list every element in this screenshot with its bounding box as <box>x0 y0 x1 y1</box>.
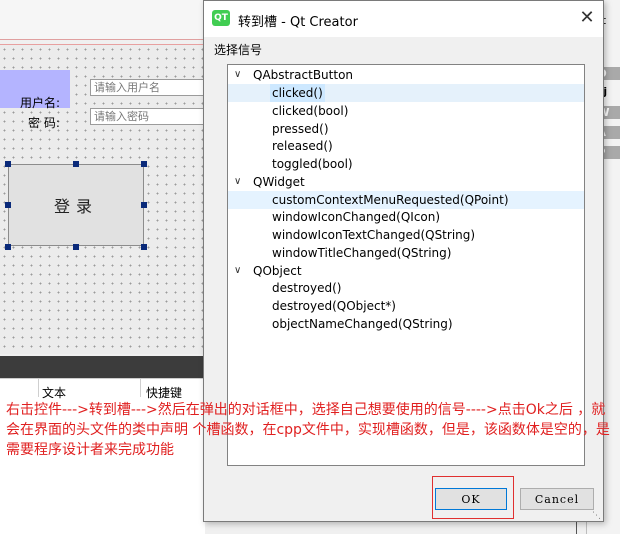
chevron-down-icon[interactable]: ∨ <box>234 66 241 84</box>
tree-item-label: windowTitleChanged(QString) <box>272 246 452 260</box>
tree-item-label: toggled(bool) <box>272 157 353 171</box>
tree-item[interactable]: destroyed() <box>228 279 584 297</box>
tree-item-label: clicked(bool) <box>272 104 349 118</box>
tree-group-label: QWidget <box>253 175 305 189</box>
resize-handle[interactable] <box>141 161 147 167</box>
password-label: 密 码: <box>28 116 60 130</box>
tree-item[interactable]: windowTitleChanged(QString) <box>228 244 584 262</box>
password-input[interactable]: 请输入密码 <box>90 108 206 125</box>
resize-handle[interactable] <box>73 244 79 250</box>
username-input[interactable]: 请输入用户名 <box>90 79 206 96</box>
chevron-down-icon[interactable]: ∨ <box>234 262 241 280</box>
action-editor-header-bar <box>0 356 205 378</box>
resize-handle[interactable] <box>141 202 147 208</box>
resize-handle[interactable] <box>5 202 11 208</box>
tree-item-hovered[interactable]: customContextMenuRequested(QPoint) <box>228 191 584 209</box>
close-icon[interactable]: ✕ <box>576 7 598 29</box>
tree-item-selected[interactable]: clicked() <box>228 84 584 102</box>
ok-button[interactable]: OK <box>435 488 507 510</box>
qt-creator-icon: QT <box>212 10 230 26</box>
dialog-title-bar[interactable]: QT 转到槽 - Qt Creator ✕ <box>204 1 603 37</box>
tree-item-label: destroyed() <box>272 281 342 295</box>
tree-item[interactable]: pressed() <box>228 120 584 138</box>
tree-item[interactable]: windowIconChanged(QIcon) <box>228 208 584 226</box>
tree-group-label: QObject <box>253 264 302 278</box>
cancel-button[interactable]: Cancel <box>520 488 594 510</box>
tree-group-label: QAbstractButton <box>253 68 354 82</box>
tree-item[interactable]: toggled(bool) <box>228 155 584 173</box>
column-separator <box>38 379 39 397</box>
tree-item-label: pressed() <box>272 122 329 136</box>
signal-select-label: 选择信号 <box>214 43 263 57</box>
tree-item-label: clicked() <box>270 84 325 102</box>
tree-group[interactable]: ∨ QWidget <box>228 173 584 191</box>
tree-item-label: customContextMenuRequested(QPoint) <box>272 193 509 207</box>
tree-item-label: released() <box>272 139 333 153</box>
column-header-shortcut[interactable]: 快捷键 <box>146 384 182 401</box>
column-header-text[interactable]: 文本 <box>42 384 66 401</box>
chevron-down-icon[interactable]: ∨ <box>234 173 241 191</box>
column-separator <box>140 379 141 397</box>
login-button[interactable]: 登录 <box>8 164 144 246</box>
tree-group[interactable]: ∨ QAbstractButton <box>228 66 584 84</box>
resize-handle[interactable] <box>5 244 11 250</box>
tree-item-label: windowIconChanged(QIcon) <box>272 210 441 224</box>
tree-item[interactable]: windowIconTextChanged(QString) <box>228 226 584 244</box>
tree-item[interactable]: objectNameChanged(QString) <box>228 315 584 333</box>
tree-item-label: destroyed(QObject*) <box>272 299 396 313</box>
tree-item[interactable]: clicked(bool) <box>228 102 584 120</box>
designer-top-strip <box>0 0 210 40</box>
tree-group[interactable]: ∨ QObject <box>228 262 584 280</box>
resize-handle[interactable] <box>73 161 79 167</box>
size-grip-icon[interactable]: ⋱ <box>592 511 602 521</box>
tree-item-label: windowIconTextChanged(QString) <box>272 228 476 242</box>
tree-item[interactable]: released() <box>228 137 584 155</box>
annotation-text: 右击控件--->转到槽--->然后在弹出的对话框中，选择自己想要使用的信号---… <box>6 402 610 458</box>
resize-handle[interactable] <box>141 244 147 250</box>
username-label: 用户名: <box>20 96 61 110</box>
resize-handle[interactable] <box>5 161 11 167</box>
tree-item[interactable]: destroyed(QObject*) <box>228 297 584 315</box>
tree-item-label: objectNameChanged(QString) <box>272 317 453 331</box>
dialog-title: 转到槽 - Qt Creator <box>238 15 358 30</box>
